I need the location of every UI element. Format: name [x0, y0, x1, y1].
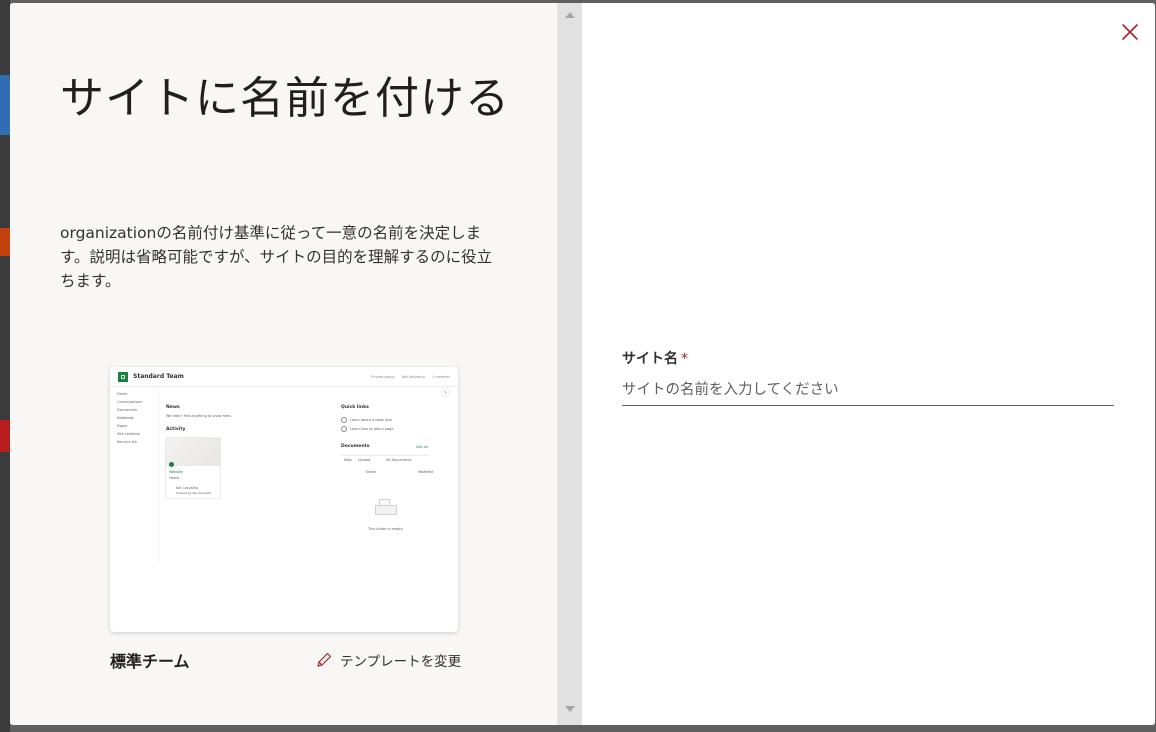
- preview-action: Private group: [371, 375, 395, 379]
- preview-quicklinks-title: Quick links: [341, 405, 369, 410]
- preview-nav-item: Pages: [117, 424, 128, 428]
- preview-nav-item: Recycle bin: [117, 440, 137, 444]
- preview-nav-item: Conversations: [117, 400, 142, 404]
- preview-divider: [110, 386, 458, 387]
- preview-doc-column: Name: [366, 470, 377, 474]
- preview-activity-person: Kai Carvalho: [176, 486, 199, 490]
- scroll-up-arrow-icon[interactable]: [565, 12, 575, 18]
- pencil-icon: [317, 652, 332, 667]
- right-form-pane: サイト名 *: [582, 3, 1155, 725]
- preview-nav-separator: [158, 389, 159, 564]
- template-preview: Standard Team Private group Not followin…: [110, 367, 458, 632]
- empty-folder-icon: [375, 499, 397, 515]
- preview-quicklink: Learn how to add a page: [341, 426, 394, 432]
- scroll-down-arrow-icon[interactable]: [565, 706, 575, 712]
- preview-news-empty: We didn't find anything to show here.: [166, 414, 232, 418]
- close-button[interactable]: [1119, 21, 1141, 43]
- preview-doc-action: Upload: [358, 458, 371, 462]
- site-name-label: サイト名 *: [622, 348, 688, 368]
- preview-top-actions: Private group Not following 1 member: [365, 375, 450, 379]
- site-name-input[interactable]: [622, 375, 1114, 406]
- description-text: organizationの名前付け基準に従って一意の名前を決定します。説明は省略…: [60, 224, 493, 290]
- preview-documents-title: Documents: [341, 444, 370, 449]
- template-name: 標準チーム: [110, 652, 190, 671]
- site-name-label-text: サイト名: [622, 351, 678, 367]
- left-info-pane: サイトに名前を付ける organizationの名前付け基準に従って一意の名前を…: [10, 3, 557, 725]
- preview-activity-card: Website Home Kai Carvalho Viewed by Kai …: [165, 437, 221, 499]
- preview-site-title: Standard Team: [133, 373, 184, 380]
- preview-quicklink: Learn about a team site: [341, 417, 392, 423]
- required-marker: *: [681, 351, 688, 367]
- preview-doc-action: New: [344, 458, 352, 462]
- preview-activity-image: [166, 438, 220, 466]
- preview-doc-action: All Documents: [386, 458, 412, 462]
- page-title: サイトに名前を付ける: [60, 73, 510, 124]
- preview-action: Not following: [401, 375, 425, 379]
- preview-nav-item: Notebook: [117, 416, 134, 420]
- preview-nav-item: Documents: [117, 408, 137, 412]
- preview-nav: Home Conversations Documents Notebook Pa…: [117, 390, 157, 446]
- preview-empty-folder-text: This folder is empty: [368, 527, 403, 531]
- preview-site-logo: [118, 372, 128, 382]
- preview-nav-item: Site contents: [117, 432, 141, 436]
- preview-documents-see-all: See all: [416, 445, 428, 449]
- preview-action: 1 member: [431, 375, 450, 379]
- preview-activity-card-sub: Home: [169, 476, 180, 480]
- create-site-dialog: サイトに名前を付ける organizationの名前付け基準に従って一意の名前を…: [10, 3, 1155, 725]
- preview-doc-column: Modified: [418, 470, 433, 474]
- preview-edit-icon: ✎: [441, 388, 450, 397]
- change-template-label: テンプレートを変更: [340, 654, 462, 670]
- preview-activity-person-sub: Viewed by Kai Carvalho: [176, 491, 212, 495]
- page-backdrop: [0, 0, 10, 732]
- preview-documents-divider: [341, 455, 429, 456]
- preview-activity-dot: [169, 462, 174, 467]
- left-pane-scrollbar[interactable]: [557, 3, 582, 725]
- change-template-button[interactable]: テンプレートを変更: [316, 650, 461, 670]
- preview-activity-card-title: Website: [169, 470, 183, 474]
- preview-nav-item: Home: [117, 392, 128, 396]
- close-icon: [1122, 24, 1138, 40]
- preview-activity-title: Activity: [166, 427, 186, 432]
- preview-news-title: News: [166, 405, 180, 410]
